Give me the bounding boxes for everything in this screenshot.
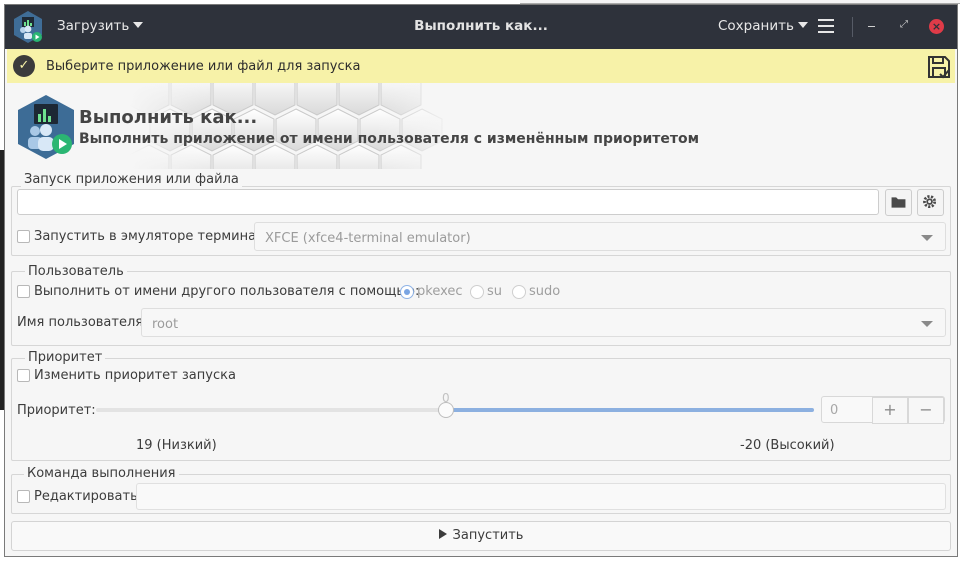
- edit-command-checkbox-label: Редактировать: [34, 489, 138, 504]
- save-settings-icon[interactable]: [926, 54, 952, 80]
- change-priority-checkbox-label: Изменить приоритет запуска: [34, 368, 236, 383]
- chevron-down-icon: [921, 321, 933, 327]
- chevron-down-icon: [133, 22, 144, 28]
- username-select[interactable]: root: [141, 308, 946, 337]
- terminal-select-value: XFCE (xfce4-terminal emulator): [265, 231, 471, 246]
- gear-icon: [923, 195, 937, 209]
- hamburger-menu-icon[interactable]: [818, 19, 834, 33]
- folder-icon: [891, 197, 906, 208]
- radio-sudo[interactable]: [512, 285, 526, 299]
- window-title: Выполнить как...: [414, 18, 548, 34]
- run-button[interactable]: Запустить: [11, 521, 951, 551]
- run-as-window: Загрузить Выполнить как... Сохранить ⤢ ×…: [4, 4, 958, 557]
- user-frame-label: Пользователь: [25, 264, 127, 279]
- maximize-button[interactable]: ⤢: [900, 20, 910, 30]
- change-priority-checkbox[interactable]: [17, 369, 30, 382]
- app-icon: [14, 11, 42, 43]
- chevron-down-icon: [797, 22, 808, 28]
- other-user-checkbox-label: Выполнить от имени другого пользователя …: [34, 284, 420, 299]
- username-select-value: root: [152, 317, 179, 332]
- minimize-button[interactable]: [868, 26, 875, 27]
- launch-frame-label: Запуск приложения или файла: [21, 172, 242, 187]
- check-circle-icon: ✓: [13, 55, 35, 77]
- header-separator: [852, 17, 853, 37]
- priority-slider-handle[interactable]: [438, 402, 454, 418]
- terminal-checkbox-label: Запустить в эмуляторе терминала: [34, 229, 273, 244]
- decrement-button[interactable]: −: [908, 397, 944, 424]
- priority-label: Приоритет:: [17, 403, 96, 418]
- radio-pkexec[interactable]: [400, 285, 414, 299]
- slider-track-right: [446, 408, 814, 412]
- banner: Выполнить как... Выполнить приложение от…: [9, 83, 955, 169]
- radio-su-label: su: [487, 284, 503, 299]
- banner-title: Выполнить как...: [79, 107, 258, 128]
- browse-folder-button[interactable]: [885, 189, 912, 216]
- radio-su[interactable]: [470, 285, 484, 299]
- username-label: Имя пользователя:: [17, 315, 148, 330]
- command-frame-label: Команда выполнения: [24, 466, 179, 481]
- priority-spinbox-value: 0: [830, 403, 839, 418]
- save-menu[interactable]: Сохранить: [718, 18, 808, 34]
- info-bar: ✓ Выберите приложение или файл для запус…: [7, 49, 955, 83]
- banner-subtitle: Выполнить приложение от имени пользовате…: [79, 131, 700, 147]
- info-message: Выберите приложение или файл для запуска: [46, 59, 361, 74]
- close-button[interactable]: ×: [929, 19, 944, 34]
- file-path-input[interactable]: [17, 189, 879, 215]
- low-priority-label: 19 (Низкий): [136, 438, 217, 453]
- load-menu-label: Загрузить: [57, 18, 130, 34]
- save-menu-label: Сохранить: [718, 18, 794, 34]
- edit-command-checkbox[interactable]: [17, 490, 30, 503]
- command-input[interactable]: [136, 483, 946, 510]
- other-user-checkbox[interactable]: [17, 285, 30, 298]
- radio-sudo-label: sudo: [529, 284, 561, 299]
- priority-spinbox[interactable]: 0 + −: [821, 396, 945, 424]
- load-menu[interactable]: Загрузить: [57, 18, 144, 34]
- settings-button[interactable]: [917, 189, 944, 216]
- slider-track-left: [96, 408, 446, 412]
- play-icon: [438, 529, 447, 539]
- runas-app-icon: [18, 95, 74, 159]
- header-bar: Загрузить Выполнить как... Сохранить ⤢ ×: [5, 5, 957, 49]
- priority-frame-label: Приоритет: [25, 350, 106, 365]
- high-priority-label: -20 (Высокий): [740, 438, 835, 453]
- terminal-checkbox[interactable]: [17, 230, 30, 243]
- run-button-label: Запустить: [452, 528, 524, 543]
- chevron-down-icon: [921, 235, 933, 241]
- terminal-select[interactable]: XFCE (xfce4-terminal emulator): [254, 222, 946, 251]
- radio-pkexec-label: pkexec: [417, 284, 463, 299]
- increment-button[interactable]: +: [872, 397, 908, 424]
